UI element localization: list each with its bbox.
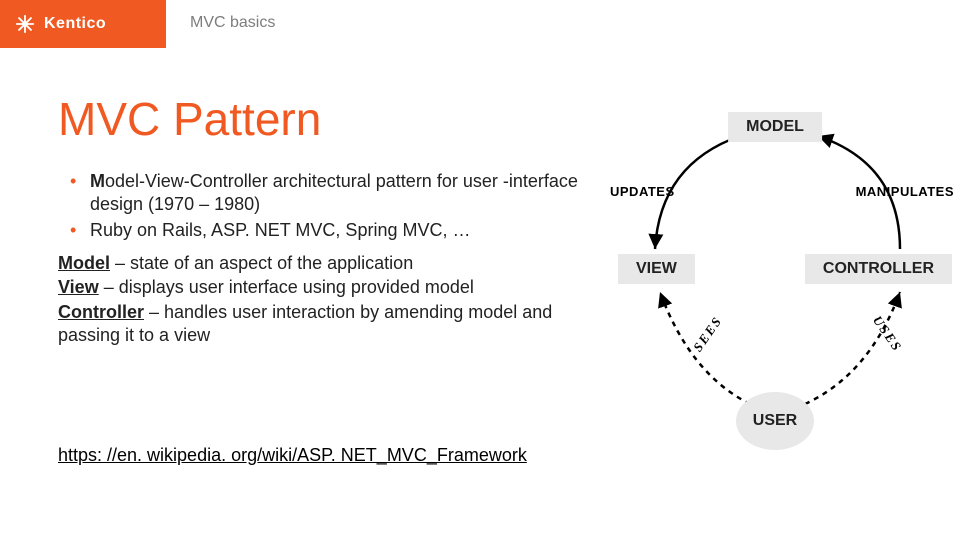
diagram-node-model: MODEL [728,112,822,142]
breadcrumb: MVC basics [190,14,275,32]
bullet-text: Ruby on Rails, ASP. NET MVC, Spring MVC,… [90,219,470,242]
bullet-mark: • [70,170,90,217]
bullet-item: • Ruby on Rails, ASP. NET MVC, Spring MV… [70,219,590,242]
bullet-item: • Model-View-Controller architectural pa… [70,170,590,217]
bullet-text: Model-View-Controller architectural patt… [90,170,590,217]
brand-text: Kentico [44,15,106,33]
diagram-node-view: VIEW [618,254,695,284]
def-view: View – displays user interface using pro… [58,276,578,299]
edge-label-updates: UPDATES [610,184,675,199]
diagram-node-controller: CONTROLLER [805,254,952,284]
def-model: Model – state of an aspect of the applic… [58,252,578,275]
diagram-node-user: USER [736,392,814,450]
wikipedia-link[interactable]: https: //en. wikipedia. org/wiki/ASP. NE… [58,445,527,466]
mvc-diagram: MODEL VIEW CONTROLLER USER UPDATES MANIP… [600,94,950,444]
page-title: MVC Pattern [58,92,321,146]
edge-label-manipulates: MANIPULATES [856,184,954,199]
def-controller: Controller – handles user interaction by… [58,301,578,348]
snowflake-icon [14,13,36,35]
definitions: Model – state of an aspect of the applic… [58,252,578,349]
bullet-mark: • [70,219,90,242]
bullet-list: • Model-View-Controller architectural pa… [70,170,590,244]
brand-bar: Kentico [0,0,166,48]
